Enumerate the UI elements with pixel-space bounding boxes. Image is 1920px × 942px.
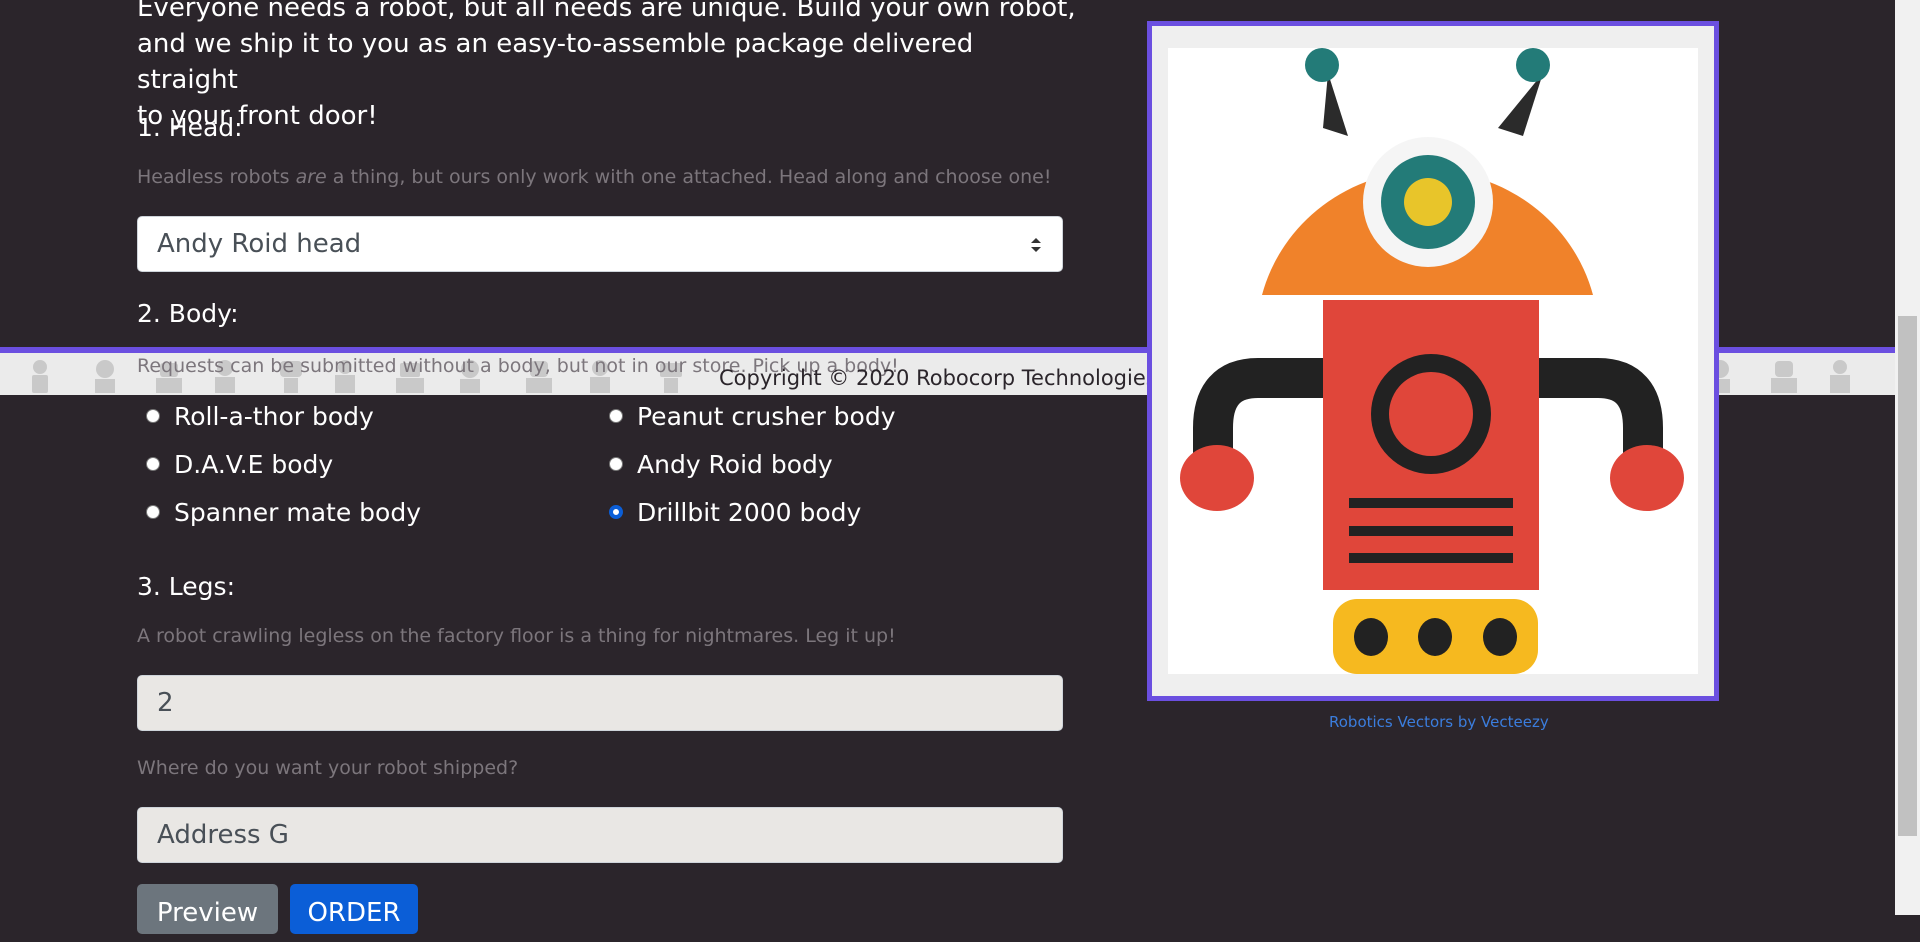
head-help-after: a thing, but ours only work with one att… [326, 166, 1052, 188]
legs-input[interactable]: 2 [137, 675, 1063, 731]
head-select[interactable]: Andy Roid head [137, 216, 1063, 272]
radio-label: D.A.V.E body [174, 449, 334, 479]
intro-text: Everyone needs a robot, but all needs ar… [137, 0, 1077, 134]
radio-label: Andy Roid body [637, 449, 833, 479]
legs-help: A robot crawling legless on the factory … [137, 625, 896, 647]
radio-input[interactable] [146, 409, 160, 423]
radio-label: Spanner mate body [174, 497, 421, 527]
head-heading: 1. Head: [137, 113, 243, 142]
radio-input[interactable] [609, 457, 623, 471]
radio-label: Drillbit 2000 body [637, 497, 862, 527]
head-select-value: Andy Roid head [157, 229, 362, 259]
select-arrows-icon [1031, 238, 1041, 252]
head-help-before: Headless robots [137, 166, 296, 188]
footer-copyright: Copyright © 2020 Robocorp Technologies, … [719, 366, 1208, 390]
legs-input-value: 2 [157, 688, 174, 718]
legs-heading: 3. Legs: [137, 572, 235, 601]
robot-preview-image [1168, 48, 1698, 674]
preview-button[interactable]: Preview [137, 884, 278, 934]
intro-line: Everyone needs a robot, but all needs ar… [137, 0, 1076, 23]
address-input-value: Address G [157, 820, 289, 850]
radio-input-checked[interactable] [609, 505, 623, 519]
body-option-drillbit-2000[interactable]: Drillbit 2000 body [600, 494, 861, 530]
order-button[interactable]: ORDER [290, 884, 418, 934]
robot-illustration [1180, 48, 1684, 674]
body-heading: 2. Body: [137, 299, 239, 328]
body-option-spanner-mate[interactable]: Spanner mate body [137, 494, 421, 530]
radio-input[interactable] [146, 505, 160, 519]
radio-label: Roll-a-thor body [174, 401, 374, 431]
address-help: Where do you want your robot shipped? [137, 757, 519, 779]
radio-label: Peanut crusher body [637, 401, 896, 431]
radio-input[interactable] [146, 457, 160, 471]
scrollbar-thumb[interactable] [1898, 316, 1917, 836]
body-option-peanut-crusher[interactable]: Peanut crusher body [600, 398, 896, 434]
body-option-andy-roid[interactable]: Andy Roid body [600, 446, 833, 482]
address-input[interactable]: Address G [137, 807, 1063, 863]
body-option-roll-a-thor[interactable]: Roll-a-thor body [137, 398, 374, 434]
head-help-em: are [295, 166, 327, 188]
intro-line: to your front door! [137, 101, 378, 131]
head-help: Headless robots are a thing, but ours on… [137, 166, 1051, 188]
intro-line: and we ship it to you as an easy-to-asse… [137, 29, 974, 95]
vecteezy-credit-link[interactable]: Robotics Vectors by Vecteezy [1329, 713, 1549, 731]
body-option-dave[interactable]: D.A.V.E body [137, 446, 333, 482]
page-scrollbar[interactable] [1895, 0, 1920, 915]
radio-input[interactable] [609, 409, 623, 423]
robot-preview-frame [1147, 21, 1719, 701]
